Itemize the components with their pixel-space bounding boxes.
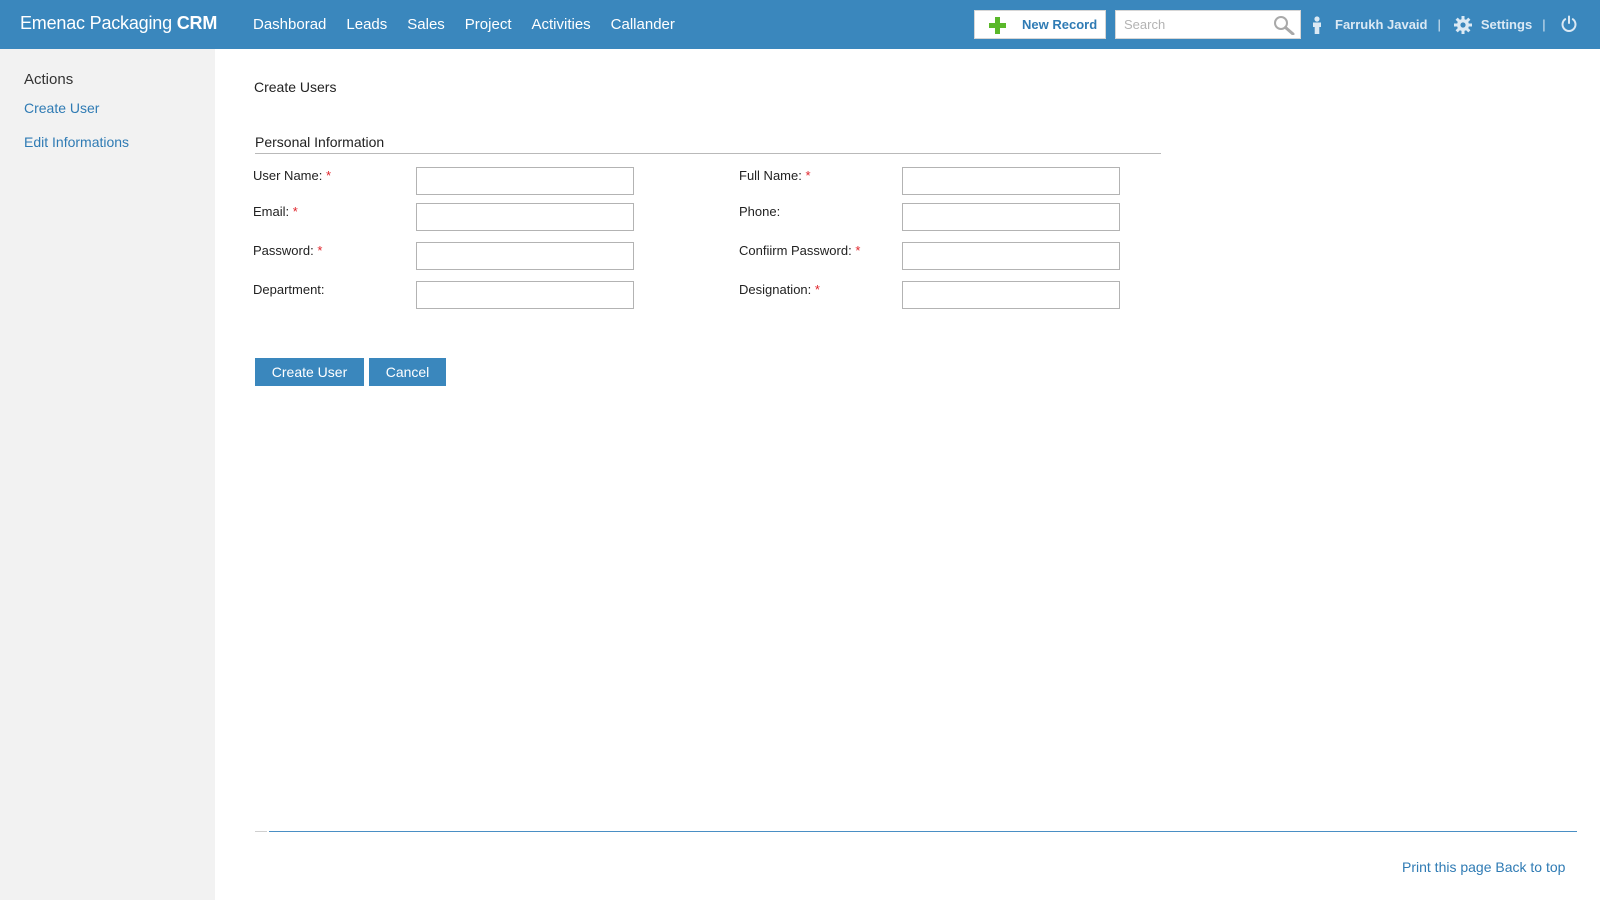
required-marker: * <box>317 243 323 258</box>
brand-name: Emenac Packaging <box>20 13 172 33</box>
header-separator-2: | <box>1542 17 1546 32</box>
required-marker: * <box>325 168 332 183</box>
required-marker: * <box>814 282 820 297</box>
phone-input[interactable] <box>902 203 1120 231</box>
department-input[interactable] <box>416 281 634 309</box>
footer-links: Print this page Back to top <box>1402 859 1565 875</box>
section-divider <box>255 153 1161 154</box>
designation-label: Designation: * <box>739 282 820 297</box>
nav-leads[interactable]: Leads <box>346 16 387 33</box>
confirm-password-label: Confiirm Password: * <box>739 243 861 258</box>
nav-activities[interactable]: Activities <box>531 16 590 33</box>
full-name-input[interactable] <box>902 167 1120 195</box>
sidebar-title: Actions <box>24 71 74 88</box>
plus-icon <box>989 17 1006 34</box>
brand-logo[interactable]: Emenac Packaging CRM <box>20 13 217 34</box>
gear-icon <box>1453 15 1472 34</box>
user-name-link[interactable]: Farrukh Javaid <box>1335 17 1428 32</box>
sidebar-item-create-user[interactable]: Create User <box>24 100 99 116</box>
required-marker: * <box>805 168 811 183</box>
header-separator: | <box>1437 17 1441 32</box>
top-navigation-bar: Emenac Packaging CRM Dashborad Leads Sal… <box>0 0 1600 49</box>
search-icon[interactable] <box>1273 15 1295 35</box>
required-marker: * <box>855 243 861 258</box>
print-page-link[interactable]: Print this page <box>1402 859 1492 875</box>
designation-input[interactable] <box>902 281 1120 309</box>
settings-link[interactable]: Settings <box>1481 17 1532 32</box>
footer-divider-stub <box>255 831 267 832</box>
password-input[interactable] <box>416 242 634 270</box>
full-name-label: Full Name: * <box>739 168 811 183</box>
nav-sales[interactable]: Sales <box>407 16 445 33</box>
new-record-button[interactable]: New Record <box>974 10 1106 39</box>
phone-label: Phone: <box>739 204 781 219</box>
brand-suffix: CRM <box>176 13 218 33</box>
user-area: Farrukh Javaid | Settings | <box>1310 0 1556 49</box>
back-to-top-link[interactable]: Back to top <box>1495 859 1565 875</box>
nav-calendar[interactable]: Callander <box>611 16 675 33</box>
power-icon[interactable] <box>1560 15 1578 33</box>
email-input[interactable] <box>416 203 634 231</box>
nav-dashboard[interactable]: Dashborad <box>253 16 326 33</box>
new-record-label: New Record <box>1022 17 1098 32</box>
main-nav: Dashborad Leads Sales Project Activities… <box>253 0 675 49</box>
create-user-button[interactable]: Create User <box>255 358 364 386</box>
user-icon <box>1313 15 1321 34</box>
sidebar: Actions Create User Edit Informations <box>0 49 215 900</box>
nav-project[interactable]: Project <box>465 16 512 33</box>
footer-divider <box>269 831 1577 832</box>
sidebar-item-edit-informations[interactable]: Edit Informations <box>24 134 129 150</box>
user-name-input[interactable] <box>416 167 634 195</box>
search-box <box>1115 10 1301 39</box>
password-label: Password: * <box>253 243 323 258</box>
page-title: Create Users <box>254 79 337 95</box>
cancel-button[interactable]: Cancel <box>369 358 446 386</box>
search-input[interactable] <box>1116 11 1266 38</box>
user-name-label: User Name: * <box>253 168 332 183</box>
required-marker: * <box>292 204 298 219</box>
department-label: Department: <box>253 282 325 297</box>
section-title: Personal Information <box>255 134 385 150</box>
confirm-password-input[interactable] <box>902 242 1120 270</box>
email-label: Email: * <box>253 204 298 219</box>
